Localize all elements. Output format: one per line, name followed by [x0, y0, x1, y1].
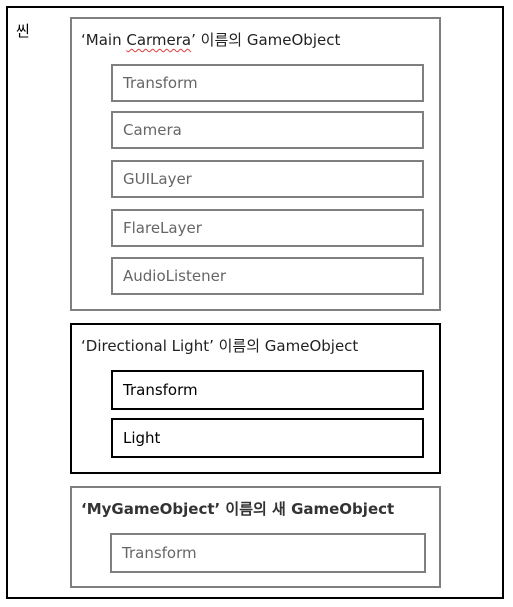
component-transform: Transform	[111, 370, 424, 410]
title-name-part: Main	[85, 31, 127, 49]
gameobject-directional-light: ‘Directional Light’ 이름의 GameObject Trans…	[70, 323, 441, 474]
component-light: Light	[111, 418, 424, 458]
gameobject-main-camera: ‘Main Carmera’ 이름의 GameObject Transform …	[70, 17, 441, 311]
component-flarelayer: FlareLayer	[111, 209, 424, 247]
component-audiolistener: AudioListener	[111, 257, 424, 295]
title-suffix: ’ 이름의 GameObject	[191, 31, 341, 49]
component-transform: Transform	[110, 533, 426, 573]
gameobject-title: ‘Main Carmera’ 이름의 GameObject	[81, 29, 340, 50]
scene-label: 씬	[16, 22, 30, 40]
component-camera: Camera	[111, 111, 424, 149]
gameobject-title: ‘MyGameObject’ 이름의 새 GameObject	[81, 500, 395, 518]
gameobject-title: ‘Directional Light’ 이름의 GameObject	[81, 337, 359, 355]
gameobject-mygameobject: ‘MyGameObject’ 이름의 새 GameObject Transfor…	[70, 486, 441, 588]
component-transform: Transform	[111, 64, 424, 102]
title-name-misspelled: Carmera	[126, 31, 192, 49]
component-guilayer: GUILayer	[111, 160, 424, 198]
